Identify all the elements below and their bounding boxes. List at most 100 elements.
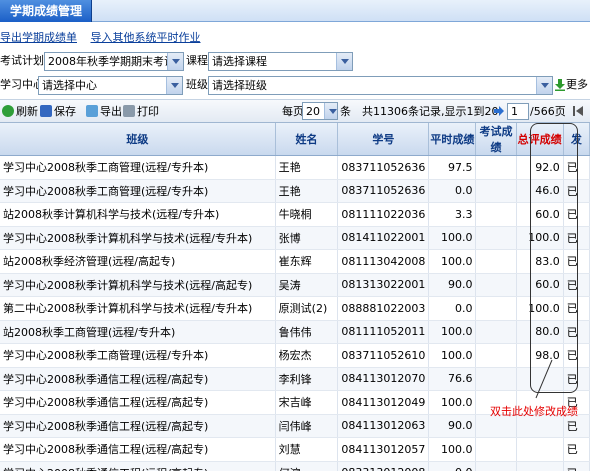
save-button[interactable]: 保存 xyxy=(40,104,76,120)
exam-score-cell[interactable] xyxy=(475,320,517,344)
published-cell: 已 xyxy=(563,320,590,344)
exam-score-cell[interactable] xyxy=(475,367,517,391)
table-row[interactable]: 学习中心2008秋季工商管理(远程/专升本) 杨宏杰 083711052610 100… xyxy=(0,343,590,368)
exam-score-cell[interactable] xyxy=(475,296,517,321)
class-cell: 学习中心2008秋季计算机科学与技术(远程/高起专) xyxy=(0,273,276,297)
refresh-button[interactable]: 刷新 xyxy=(2,104,38,120)
more-button[interactable]: 更多 xyxy=(566,75,588,95)
course-value: 请选择课程 xyxy=(212,55,267,68)
print-icon xyxy=(123,105,135,117)
print-button[interactable]: 打印 xyxy=(123,104,159,120)
published-cell: 已 xyxy=(563,343,590,368)
exam-score-cell[interactable] xyxy=(475,249,517,274)
total-score-cell[interactable]: 92.0 xyxy=(516,155,564,180)
student-id-cell: 081111052011 xyxy=(337,320,430,344)
exam-plan-select[interactable]: 2008年秋季学期期末考试 xyxy=(44,52,184,71)
exam-score-cell[interactable] xyxy=(475,343,517,368)
exam-plan-value: 2008年秋季学期期末考试 xyxy=(48,55,175,68)
grid-toolbar: 刷新 保存 导出 打印 每页 20 条 共11306条记录,显示1到20 /56… xyxy=(0,99,590,123)
regular-score-cell: 90.0 xyxy=(428,273,477,297)
total-score-cell[interactable]: 98.0 xyxy=(516,343,564,368)
total-score-cell[interactable]: 60.0 xyxy=(516,202,564,227)
table-row[interactable]: 站2008秋季工商管理(远程/专升本) 鲁伟伟 081111052011 100.0 8… xyxy=(0,320,590,344)
exam-score-cell[interactable] xyxy=(475,202,517,227)
regular-score-cell: 100.0 xyxy=(428,226,477,250)
import-other-homework-link[interactable]: 导入其他系统平时作业 xyxy=(91,31,201,44)
table-header-row: 班级 姓名 学号 平时成绩 考试成绩 总评成绩 发 xyxy=(0,123,590,156)
per-page-label: 每页 xyxy=(282,105,304,118)
table-row[interactable]: 学习中心2008秋季通信工程(远程/高起专) 刘慧 084113012057 100.… xyxy=(0,437,590,462)
chevron-down-icon xyxy=(324,103,337,119)
per-page-select[interactable]: 20 xyxy=(302,102,338,120)
exam-score-cell[interactable] xyxy=(475,179,517,203)
refresh-label: 刷新 xyxy=(16,105,38,118)
published-cell: 已 xyxy=(563,367,590,391)
go-page-icon[interactable] xyxy=(493,105,505,117)
total-score-cell[interactable]: 83.0 xyxy=(516,249,564,274)
center-select[interactable]: 请选择中心 xyxy=(38,76,183,95)
records-info: 共11306条记录,显示1到20 xyxy=(362,105,499,118)
exam-score-cell[interactable] xyxy=(475,226,517,250)
name-cell: 鲁伟伟 xyxy=(275,320,339,344)
total-score-cell[interactable]: 100.0 xyxy=(516,296,564,321)
column-header-exam-score[interactable]: 考试成绩 xyxy=(475,123,517,156)
published-cell: 已 xyxy=(563,155,590,180)
class-cell: 第二中心2008秋季计算机科学与技术(远程/专升本) xyxy=(0,296,276,321)
export-button[interactable]: 导出 xyxy=(86,104,122,120)
total-score-cell[interactable] xyxy=(516,367,564,391)
exam-score-cell[interactable] xyxy=(475,155,517,180)
first-page-icon[interactable] xyxy=(572,105,584,117)
total-score-cell[interactable]: 60.0 xyxy=(516,273,564,297)
table-row[interactable]: 学习中心2008秋季计算机科学与技术(远程/专升本) 张博 081411022001… xyxy=(0,226,590,250)
total-score-cell[interactable]: 46.0 xyxy=(516,179,564,203)
total-score-cell[interactable] xyxy=(516,461,564,471)
student-id-cell: 081411022001 xyxy=(337,226,430,250)
column-header-published[interactable]: 发 xyxy=(563,123,590,156)
page-number-input[interactable] xyxy=(507,103,529,120)
page-total: /566页 xyxy=(530,105,566,118)
regular-score-cell: 3.3 xyxy=(428,202,477,227)
regular-score-cell: 100.0 xyxy=(428,320,477,344)
class-cell: 学习中心2008秋季通信工程(远程/高起专) xyxy=(0,461,276,471)
chevron-down-icon xyxy=(166,77,182,94)
regular-score-cell: 100.0 xyxy=(428,343,477,368)
class-value: 请选择班级 xyxy=(212,79,267,92)
column-header-total-score[interactable]: 总评成绩 xyxy=(516,123,564,156)
column-header-name[interactable]: 姓名 xyxy=(275,123,339,156)
table-row[interactable]: 站2008秋季计算机科学与技术(远程/专升本) 牛晓桐 081111022036 3.… xyxy=(0,202,590,227)
table-row[interactable]: 学习中心2008秋季通信工程(远程/高起专)何滨0833130120080.0 已 xyxy=(0,461,590,471)
download-icon[interactable] xyxy=(555,78,565,91)
course-select[interactable]: 请选择课程 xyxy=(208,52,353,71)
table-row[interactable]: 学习中心2008秋季工商管理(远程/专升本) 王艳 083711052636 97.5… xyxy=(0,155,590,180)
table-row[interactable]: 学习中心2008秋季通信工程(远程/高起专) 李利锋 084113012070 76.… xyxy=(0,367,590,391)
exam-score-cell[interactable] xyxy=(475,437,517,462)
table-row[interactable]: 学习中心2008秋季工商管理(远程/专升本) 王艳 083711052636 0.0 4… xyxy=(0,179,590,203)
total-score-cell[interactable]: 100.0 xyxy=(516,226,564,250)
export-grade-list-link[interactable]: 导出学期成绩单 xyxy=(0,31,77,44)
table-row[interactable]: 学习中心2008秋季计算机科学与技术(远程/高起专) 吴涛 081313022001… xyxy=(0,273,590,297)
total-score-cell[interactable]: 80.0 xyxy=(516,320,564,344)
table-row[interactable]: 第二中心2008秋季计算机科学与技术(远程/专升本) 原测试(2) 08888102… xyxy=(0,296,590,321)
class-cell: 学习中心2008秋季工商管理(远程/专升本) xyxy=(0,155,276,180)
save-label: 保存 xyxy=(54,105,76,118)
tab-semester-grades[interactable]: 学期成绩管理 xyxy=(0,0,92,22)
class-cell: 学习中心2008秋季工商管理(远程/专升本) xyxy=(0,179,276,203)
class-select[interactable]: 请选择班级 xyxy=(208,76,553,95)
class-cell: 学习中心2008秋季工商管理(远程/专升本) xyxy=(0,343,276,368)
class-cell: 站2008秋季经济管理(远程/高起专) xyxy=(0,249,276,274)
student-id-cell: 083313012008 xyxy=(337,461,430,471)
column-header-class[interactable]: 班级 xyxy=(0,123,276,156)
action-links: 导出学期成绩单 导入其他系统平时作业 xyxy=(0,31,211,45)
column-header-student-id[interactable]: 学号 xyxy=(337,123,430,156)
exam-score-cell[interactable] xyxy=(475,273,517,297)
class-cell: 学习中心2008秋季通信工程(远程/高起专) xyxy=(0,414,276,438)
name-cell: 李利锋 xyxy=(275,367,339,391)
published-cell: 已 xyxy=(563,296,590,321)
name-cell: 宋吉峰 xyxy=(275,390,339,415)
exam-score-cell[interactable] xyxy=(475,461,517,471)
student-id-cell: 084113012070 xyxy=(337,367,430,391)
table-row[interactable]: 站2008秋季经济管理(远程/高起专) 崔东辉 081113042008 100.0 8… xyxy=(0,249,590,274)
total-score-cell[interactable] xyxy=(516,437,564,462)
center-value: 请选择中心 xyxy=(42,79,97,92)
column-header-regular-score[interactable]: 平时成绩 xyxy=(428,123,477,156)
